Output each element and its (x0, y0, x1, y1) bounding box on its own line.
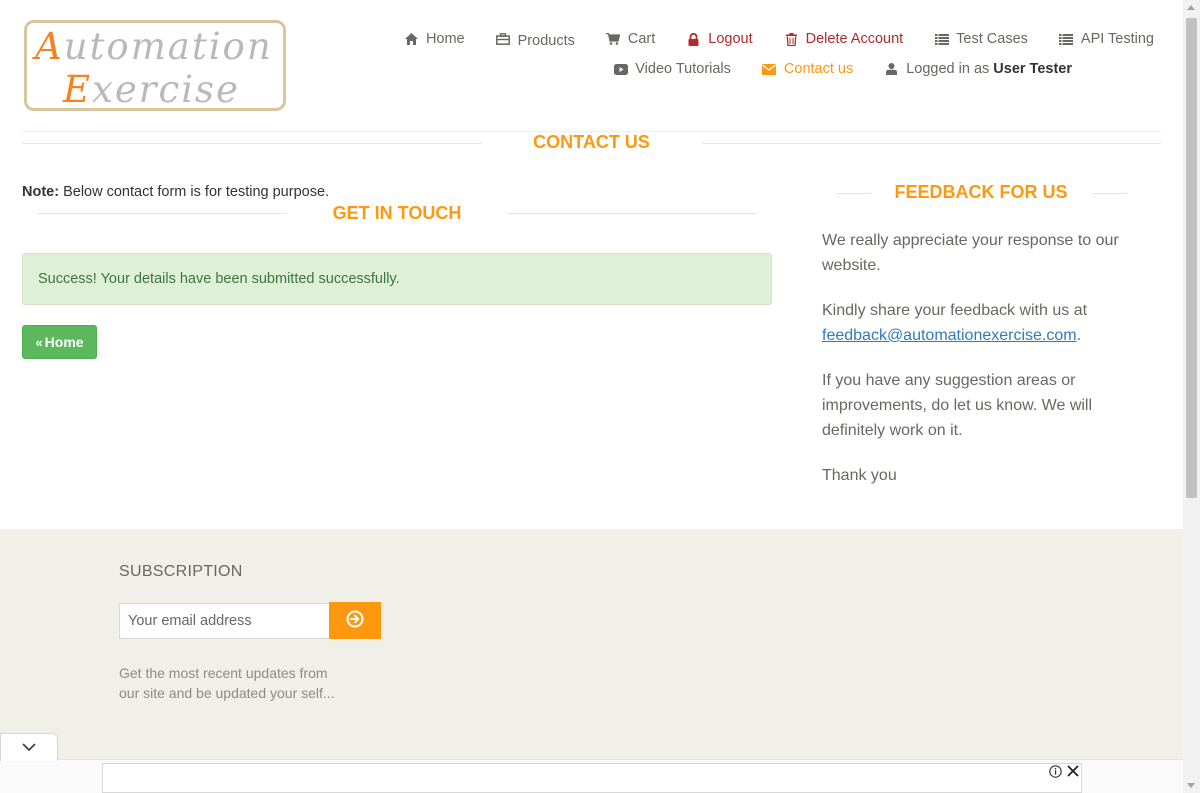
scrollbar-thumb[interactable] (1186, 18, 1197, 498)
subscription-email-input[interactable] (119, 603, 330, 639)
nav-delete-account[interactable]: Delete Account (784, 31, 904, 47)
home-icon (404, 32, 419, 46)
form-note: Note: Below contact form is for testing … (22, 184, 330, 200)
footer: SUBSCRIPTION Get the most recent updates… (0, 529, 1183, 793)
feedback-title: FEEDBACK FOR US (894, 182, 1068, 202)
main-nav: Home Products Cart Logout Delete Account… (394, 28, 1154, 88)
nav-video-tutorials-label: Video Tutorials (635, 61, 731, 77)
home-button-label: Home (44, 334, 84, 350)
nav-home[interactable]: Home (404, 31, 465, 47)
logged-in-username: User Tester (993, 61, 1072, 77)
ad-frame[interactable] (102, 763, 1082, 793)
nav-row-1: Home Products Cart Logout Delete Account… (394, 28, 1154, 50)
double-angle-left-icon: « (35, 334, 43, 350)
scroll-down-arrow-icon[interactable] (1187, 783, 1195, 788)
nav-cart-label: Cart (627, 31, 656, 47)
subscribe-button[interactable] (329, 602, 381, 639)
ad-info-icon[interactable] (1049, 765, 1062, 778)
nav-row-2: Video Tutorials Contact us Logged in as … (394, 58, 1154, 80)
chevron-down-icon (22, 739, 36, 757)
feedback-paragraph-3: If you have any suggestion areas or impr… (822, 372, 1093, 439)
ad-close-icon[interactable] (1066, 764, 1080, 778)
home-button[interactable]: « Home (22, 325, 97, 359)
nav-home-label: Home (425, 31, 465, 47)
nav-cart[interactable]: Cart (606, 31, 655, 47)
feedback-paragraph-2: Kindly share your feedback with us at fe… (822, 302, 1088, 344)
nav-api-testing-label: API Testing (1080, 31, 1154, 47)
scroll-up-arrow-icon[interactable] (1187, 5, 1195, 10)
products-icon (496, 32, 511, 46)
list-icon (934, 32, 949, 46)
page-scrollbar[interactable] (1183, 0, 1200, 793)
user-icon (884, 62, 899, 76)
get-in-touch-title: GET IN TOUCH (332, 203, 462, 223)
lock-icon (686, 32, 701, 46)
nav-contact-us[interactable]: Contact us (762, 61, 853, 77)
site-logo[interactable]: Automation Exercise (24, 20, 286, 111)
nav-contact-us-label: Contact us (783, 61, 854, 77)
nav-logout-label: Logout (708, 31, 753, 47)
nav-products-label: Products (517, 33, 575, 49)
logo-line-2: Exercise (63, 68, 240, 111)
youtube-icon (613, 62, 628, 76)
logo-line-1: Automation (35, 25, 273, 68)
logged-in-status: Logged in as User Tester (884, 61, 1072, 77)
page-title: CONTACT US (533, 132, 650, 152)
nav-delete-account-label: Delete Account (805, 31, 904, 47)
subscription-title: SUBSCRIPTION (119, 563, 243, 580)
nav-logout[interactable]: Logout (686, 31, 753, 47)
nav-products[interactable]: Products (496, 31, 575, 49)
feedback-body: We really appreciate your response to ou… (822, 228, 1132, 508)
cart-icon (606, 32, 621, 46)
trash-icon (784, 32, 799, 46)
feedback-email-link[interactable]: feedback@automationexercise.com (822, 327, 1077, 344)
feedback-paragraph-1: We really appreciate your response to ou… (822, 232, 1119, 274)
envelope-icon (762, 62, 777, 76)
logged-in-label: Logged in as (906, 61, 990, 77)
success-alert: Success! Your details have been submitte… (22, 253, 772, 305)
arrow-circle-right-icon (346, 610, 364, 631)
nav-test-cases[interactable]: Test Cases (934, 31, 1028, 47)
list-icon (1059, 32, 1074, 46)
subscription-description: Get the most recent updates from our sit… (119, 665, 335, 701)
page: Automation Exercise Home Products Cart L… (0, 0, 1200, 793)
nav-test-cases-label: Test Cases (956, 31, 1028, 47)
nav-video-tutorials[interactable]: Video Tutorials (613, 61, 731, 77)
feedback-paragraph-4: Thank you (822, 467, 897, 484)
nav-api-testing[interactable]: API Testing (1059, 31, 1154, 47)
ad-collapse-tab[interactable] (0, 733, 58, 761)
